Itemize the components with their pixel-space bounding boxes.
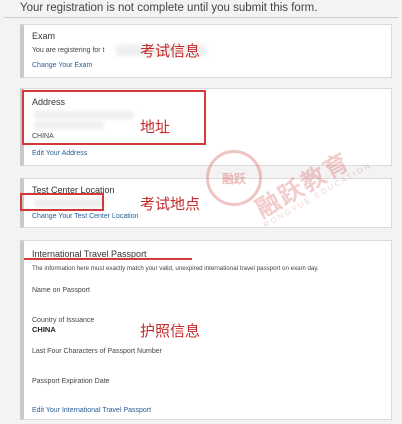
exam-section: Exam You are registering for t Change Yo… bbox=[20, 24, 392, 78]
top-divider bbox=[4, 17, 398, 18]
address-annotation: 地址 bbox=[140, 118, 171, 136]
test-center-annotation: 考试地点 bbox=[140, 195, 201, 213]
passport-expiration-label: Passport Expiration Date bbox=[32, 378, 110, 385]
address-highlight-box bbox=[22, 90, 206, 145]
passport-last-four-label: Last Four Characters of Passport Number bbox=[32, 348, 162, 355]
passport-country-label: Country of Issuance bbox=[32, 317, 95, 324]
passport-title-underline bbox=[24, 258, 192, 260]
passport-annotation: 护照信息 bbox=[140, 322, 201, 340]
registration-notice: Your registration is not complete until … bbox=[20, 2, 318, 14]
passport-info-text: The information here must exactly match … bbox=[32, 265, 319, 272]
exam-title: Exam bbox=[32, 31, 56, 41]
test-center-highlight-box bbox=[20, 193, 104, 211]
edit-address-link[interactable]: Edit Your Address bbox=[32, 150, 87, 157]
exam-annotation: 考试信息 bbox=[140, 42, 201, 60]
edit-passport-link[interactable]: Edit Your International Travel Passport bbox=[32, 407, 151, 414]
change-exam-link[interactable]: Change Your Exam bbox=[32, 62, 92, 69]
passport-section: International Travel Passport The inform… bbox=[20, 240, 392, 420]
passport-name-label: Name on Passport bbox=[32, 287, 90, 294]
change-test-center-link[interactable]: Change Your Test Center Location bbox=[32, 213, 139, 220]
passport-country-value: CHINA bbox=[32, 325, 56, 334]
exam-registering-text: You are registering for t bbox=[32, 47, 105, 54]
